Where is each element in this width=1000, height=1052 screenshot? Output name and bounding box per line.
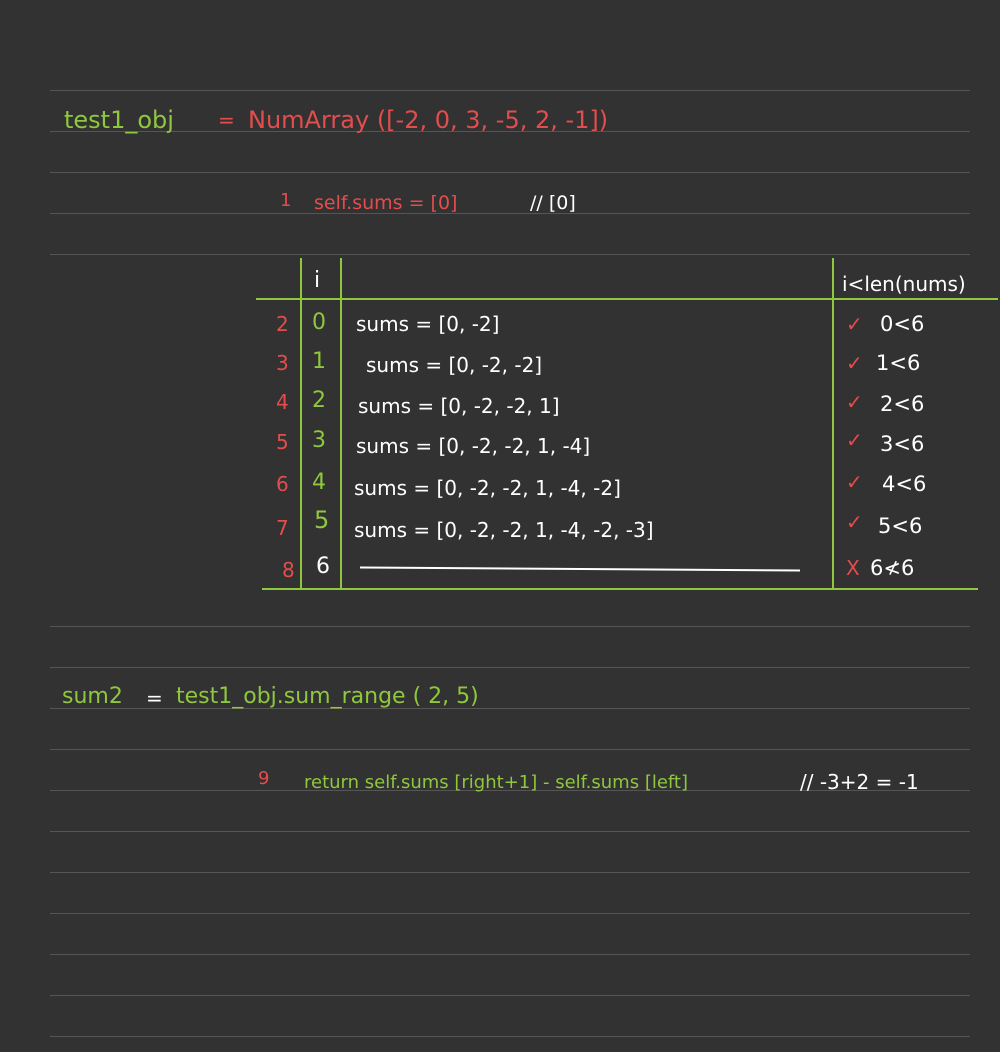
row-i: 4 (312, 470, 326, 495)
sum-range-call: test1_obj.sum_range ( 2, 5) (176, 684, 479, 709)
header-condition: i<len(nums) (842, 272, 966, 296)
row-step: 3 (276, 351, 289, 375)
row-step: 8 (282, 558, 295, 582)
ruled-line (50, 872, 970, 873)
table-header-line (256, 298, 998, 300)
row-condition: 1<6 (876, 351, 921, 375)
table-divider-i (340, 258, 342, 588)
row-sums: sums = [0, -2, -2, 1, -4, -2] (354, 476, 621, 500)
ruled-line (50, 954, 970, 955)
row-condition: 6≮6 (870, 556, 915, 580)
constructor-equals: = (218, 108, 235, 132)
row-step: 4 (276, 390, 289, 414)
result-equals: = (146, 686, 163, 710)
row-sums: sums = [0, -2, -2] (366, 353, 543, 377)
ruled-line (50, 913, 970, 914)
row-step: 6 (276, 472, 289, 496)
table-divider-cond (832, 258, 834, 588)
header-i: i (314, 268, 321, 293)
constructor-call: NumArray ([-2, 0, 3, -5, 2, -1]) (248, 106, 609, 134)
row-i: 0 (312, 310, 326, 335)
step1-number: 1 (280, 190, 292, 211)
row-condition: 3<6 (880, 432, 925, 456)
empty-sums-line (359, 566, 801, 572)
table-divider-step (300, 258, 302, 588)
result-var: sum2 (62, 684, 123, 709)
row-condition: 5<6 (878, 514, 923, 538)
ruled-line (50, 749, 970, 750)
row-i: 1 (312, 349, 326, 374)
ruled-line (50, 667, 970, 668)
row-step: 7 (276, 516, 289, 540)
row-condition: 4<6 (882, 472, 927, 496)
row-i: 5 (314, 506, 330, 534)
row-condition: 2<6 (880, 392, 925, 416)
step1-comment: // [0] (530, 192, 576, 214)
row-step: 5 (276, 430, 289, 454)
row-sums: sums = [0, -2, -2, 1, -4, -2, -3] (354, 518, 654, 542)
ruled-line (50, 831, 970, 832)
ruled-line (50, 213, 970, 214)
row-sums: sums = [0, -2] (356, 312, 500, 336)
check-mark: ✓ (846, 470, 863, 494)
row-i: 3 (312, 428, 326, 453)
row-i: 6 (316, 554, 330, 579)
table-bottom-line (262, 588, 978, 590)
step1-code: self.sums = [0] (314, 192, 458, 214)
ruled-line (50, 90, 970, 91)
check-mark: ✓ (846, 312, 863, 336)
row-sums: sums = [0, -2, -2, 1] (358, 394, 560, 418)
check-mark: ✓ (846, 390, 863, 414)
row-i: 2 (312, 388, 326, 413)
row-sums: sums = [0, -2, -2, 1, -4] (356, 434, 591, 458)
step9-comment: // -3+2 = -1 (800, 770, 919, 794)
ruled-line (50, 254, 970, 255)
row-step: 2 (276, 312, 289, 336)
row-condition: 0<6 (880, 312, 925, 336)
step9-code: return self.sums [right+1] - self.sums [… (304, 772, 689, 793)
constructor-var: test1_obj (64, 106, 174, 134)
step9-number: 9 (258, 768, 270, 789)
ruled-line (50, 172, 970, 173)
ruled-line (50, 1036, 970, 1037)
ruled-line (50, 995, 970, 996)
check-mark: ✓ (846, 510, 863, 534)
check-mark: ✓ (846, 428, 863, 452)
ruled-line (50, 626, 970, 627)
check-mark: ✓ (846, 351, 863, 375)
cross-mark: X (846, 556, 860, 580)
